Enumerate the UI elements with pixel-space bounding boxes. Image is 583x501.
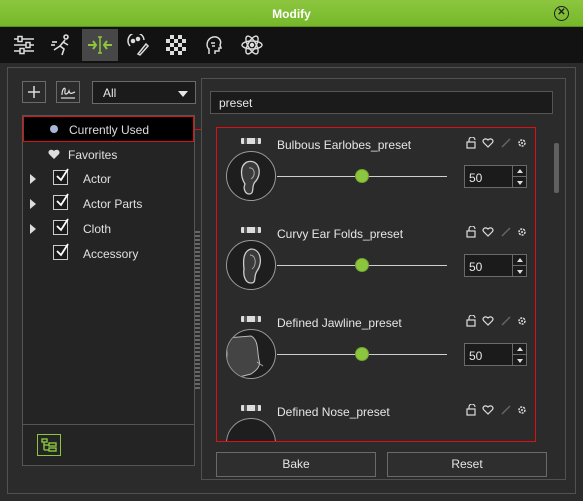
gear-icon[interactable] xyxy=(516,404,528,416)
lock-icon[interactable] xyxy=(466,404,478,416)
tree-item-label: Currently Used xyxy=(69,123,150,137)
preset-slider[interactable] xyxy=(277,258,447,272)
checkbox[interactable] xyxy=(53,218,69,235)
gear-icon[interactable] xyxy=(516,315,528,327)
checkbox[interactable] xyxy=(53,243,69,260)
morph-icon[interactable] xyxy=(82,29,118,61)
heart-icon xyxy=(48,149,60,159)
preset-slider[interactable] xyxy=(277,169,447,183)
ear-thumbnail[interactable] xyxy=(226,240,276,290)
handle-icon xyxy=(241,227,261,233)
scrollbar[interactable] xyxy=(554,143,559,193)
jaw-thumbnail[interactable] xyxy=(226,329,276,379)
title-bar: Modify ✕ xyxy=(0,0,583,27)
checkbox[interactable] xyxy=(53,168,69,185)
stepper-up-icon[interactable] xyxy=(512,166,526,177)
heart-icon[interactable] xyxy=(482,404,494,416)
plus-icon[interactable] xyxy=(22,81,46,103)
chevron-down-icon xyxy=(178,91,188,97)
material-icon[interactable] xyxy=(120,29,156,61)
dot-icon xyxy=(50,125,58,133)
tree-item-label: Actor xyxy=(83,172,112,186)
heart-icon[interactable] xyxy=(482,226,494,238)
splitter-handle[interactable] xyxy=(195,231,200,391)
checker-icon[interactable] xyxy=(158,29,194,61)
filter-dropdown[interactable]: All xyxy=(92,81,196,104)
stepper-down-icon[interactable] xyxy=(512,355,526,366)
filter-dropdown-value: All xyxy=(103,86,117,100)
ear-thumbnail[interactable] xyxy=(226,151,276,201)
handle-icon xyxy=(241,405,261,411)
lock-icon[interactable] xyxy=(466,137,478,149)
value-stepper[interactable]: 50 xyxy=(464,254,527,277)
stepper-down-icon[interactable] xyxy=(512,266,526,277)
slider-knob[interactable] xyxy=(355,258,369,272)
pencil-icon[interactable] xyxy=(500,315,512,327)
preset-name: Defined Jawline_preset xyxy=(277,316,402,330)
stepper-value: 50 xyxy=(469,171,483,185)
expand-arrow-icon[interactable] xyxy=(30,174,36,184)
search-input[interactable]: preset xyxy=(210,91,553,114)
stepper-value: 50 xyxy=(469,260,483,274)
tree-footer xyxy=(22,425,195,466)
value-stepper[interactable]: 50 xyxy=(464,165,527,188)
pencil-icon[interactable] xyxy=(500,137,512,149)
bake-button[interactable]: Bake xyxy=(216,452,376,477)
value-stepper[interactable]: 50 xyxy=(464,343,527,366)
tree-item-actor[interactable]: Actor xyxy=(23,167,194,191)
tree-item-actor-parts[interactable]: Actor Parts xyxy=(23,192,194,216)
category-tree: Currently Used Favorites Actor Actor Par… xyxy=(22,115,195,425)
tree-item-currently-used[interactable]: Currently Used xyxy=(23,116,194,142)
heart-icon[interactable] xyxy=(482,315,494,327)
sliders-icon[interactable] xyxy=(6,29,42,61)
handle-icon xyxy=(241,316,261,322)
preset-slider[interactable] xyxy=(277,347,447,361)
tree-view-icon[interactable] xyxy=(37,434,61,456)
reset-button[interactable]: Reset xyxy=(387,452,547,477)
preset-list: Bulbous Earlobes_preset 50 Curvy Ear Fol… xyxy=(216,127,536,442)
gear-icon[interactable] xyxy=(516,226,528,238)
stepper-down-icon[interactable] xyxy=(512,177,526,188)
window-title: Modify xyxy=(272,7,311,21)
lock-icon[interactable] xyxy=(466,226,478,238)
list-item: Bulbous Earlobes_preset 50 xyxy=(217,128,535,217)
expand-arrow-icon[interactable] xyxy=(30,199,36,209)
signature-icon[interactable] xyxy=(56,81,80,103)
preset-name: Bulbous Earlobes_preset xyxy=(277,138,412,152)
preset-panel: preset Bulbous Earlobes_preset 50 Curvy … xyxy=(201,78,566,480)
toolbar xyxy=(0,27,583,63)
tree-item-accessory[interactable]: Accessory xyxy=(23,242,194,266)
tree-item-favorites[interactable]: Favorites xyxy=(23,143,194,167)
expand-arrow-icon[interactable] xyxy=(30,224,36,234)
handle-icon xyxy=(241,138,261,144)
list-item: Defined Jawline_preset 50 xyxy=(217,306,535,395)
preset-name: Curvy Ear Folds_preset xyxy=(277,227,404,241)
close-icon[interactable]: ✕ xyxy=(554,6,569,21)
preset-name: Defined Nose_preset xyxy=(277,405,390,419)
head-icon[interactable] xyxy=(196,29,232,61)
list-item: Curvy Ear Folds_preset 50 xyxy=(217,217,535,306)
tree-item-label: Favorites xyxy=(68,148,118,162)
nose-thumbnail[interactable] xyxy=(226,418,276,441)
main-panel: All Currently Used Favorites Actor Actor… xyxy=(7,67,576,494)
tree-item-label: Actor Parts xyxy=(83,197,143,211)
pencil-icon[interactable] xyxy=(500,404,512,416)
tree-item-label: Accessory xyxy=(83,247,139,261)
slider-knob[interactable] xyxy=(355,347,369,361)
stepper-up-icon[interactable] xyxy=(512,344,526,355)
atom-icon[interactable] xyxy=(234,29,270,61)
lock-icon[interactable] xyxy=(466,315,478,327)
slider-knob[interactable] xyxy=(355,169,369,183)
stepper-up-icon[interactable] xyxy=(512,255,526,266)
gear-icon[interactable] xyxy=(516,137,528,149)
heart-icon[interactable] xyxy=(482,137,494,149)
stepper-value: 50 xyxy=(469,349,483,363)
motion-icon[interactable] xyxy=(44,29,80,61)
list-item: Defined Nose_preset xyxy=(217,395,535,441)
tree-item-label: Cloth xyxy=(83,222,112,236)
tree-item-cloth[interactable]: Cloth xyxy=(23,217,194,241)
checkbox[interactable] xyxy=(53,193,69,210)
pencil-icon[interactable] xyxy=(500,226,512,238)
